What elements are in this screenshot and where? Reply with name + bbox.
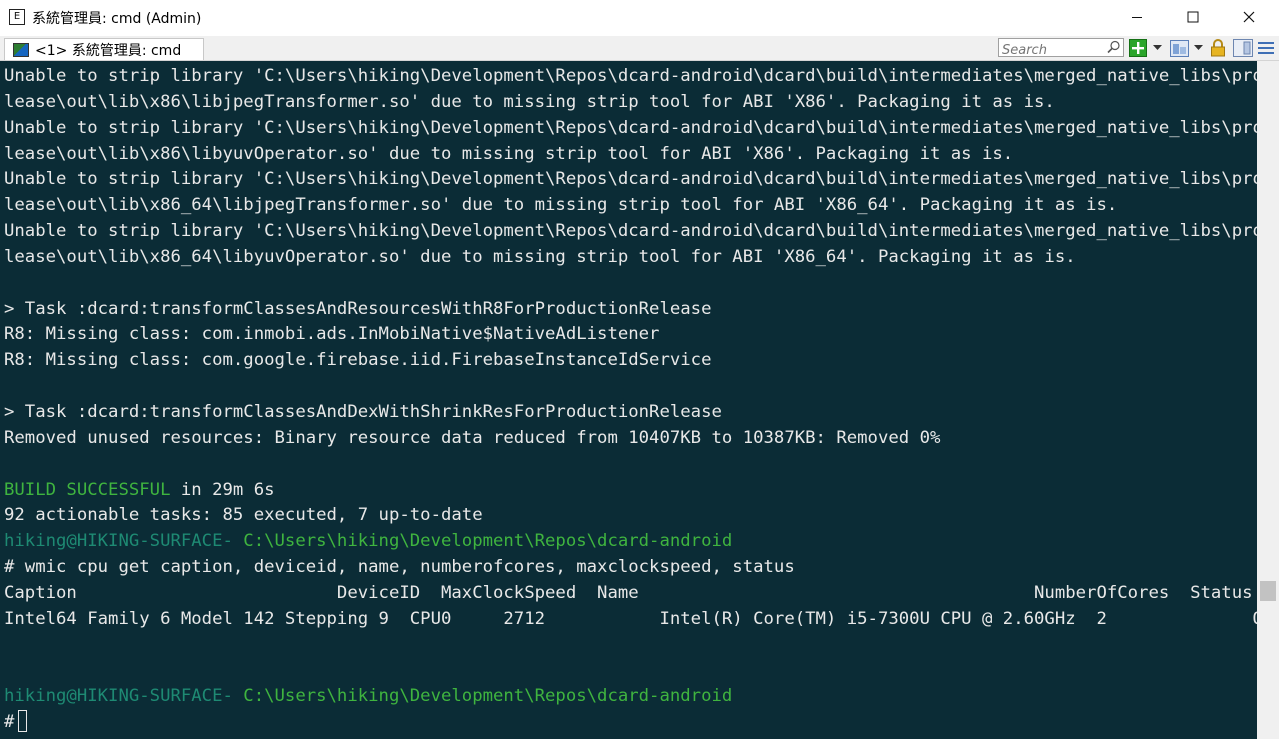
console-lines: Unable to strip library 'C:\Users\hiking… [4,63,1257,735]
console-text: Unable to strip library 'C:\Users\hiking… [4,169,1257,190]
view-button[interactable] [1168,39,1190,57]
console-text: # wmic cpu get caption, deviceid, name, … [4,557,795,578]
new-console-dropdown[interactable] [1151,39,1163,57]
chevron-down-icon [1152,45,1162,50]
minimize-icon [1132,17,1142,18]
prompt-user-host: hiking@HIKING-SURFACE- [4,686,244,707]
console-line: Unable to strip library 'C:\Users\hiking… [4,166,1257,192]
console-line: hiking@HIKING-SURFACE- C:\Users\hiking\D… [4,528,1257,554]
console-app-icon[interactable]: E [9,9,25,25]
tab-console-1[interactable]: <1> 系統管理員: cmd [4,38,204,60]
console-text: lease\out\lib\x86_64\libjpegTransformer.… [4,195,1118,216]
console-text: lease\out\lib\x86_64\libyuvOperator.so' … [4,246,1076,267]
console-text: > Task :dcard:transformClassesAndResourc… [4,298,712,319]
console-line: R8: Missing class: com.google.firebase.i… [4,347,1257,373]
console-highlight-text: BUILD SUCCESSFUL [4,479,171,500]
maximize-button[interactable] [1170,0,1216,34]
vertical-scrollbar[interactable] [1257,61,1279,739]
window-mode-button[interactable] [1232,39,1254,57]
console-line: Removed unused resources: Binary resourc… [4,425,1257,451]
console-line: lease\out\lib\x86_64\libjpegTransformer.… [4,192,1257,218]
close-icon [1243,11,1255,23]
window-view-icon [1169,39,1189,57]
title-bar: E 系統管理員: cmd (Admin) [0,0,1279,36]
console-line: # [4,709,1257,735]
console-text: in 29m 6s [170,479,275,500]
console-text: Unable to strip library 'C:\Users\hiking… [4,117,1257,138]
search-input[interactable] [999,42,1106,59]
chevron-down-icon [1193,45,1203,50]
console-text: Intel64 Family 6 Model 142 Stepping 9 CP… [4,608,1257,629]
console-line: lease\out\lib\x86_64\libyuvOperator.so' … [4,244,1257,270]
console-text: lease\out\lib\x86\libjpegTransformer.so'… [4,91,1055,112]
console-text: Unable to strip library 'C:\Users\hiking… [4,66,1257,86]
console-text: lease\out\lib\x86\libyuvOperator.so' due… [4,143,1014,164]
console-line: hiking@HIKING-SURFACE- C:\Users\hiking\D… [4,683,1257,709]
console-highlight-text: C:\Users\hiking\Development\Repos\dcard-… [243,531,733,552]
console-line: # wmic cpu get caption, deviceid, name, … [4,554,1257,580]
console-line: > Task :dcard:transformClassesAndDexWith… [4,399,1257,425]
view-dropdown[interactable] [1192,39,1204,57]
search-icon[interactable] [1107,40,1121,54]
hamburger-menu-icon [1258,42,1274,54]
console-line: > Task :dcard:transformClassesAndResourc… [4,296,1257,322]
console-text: R8: Missing class: com.inmobi.ads.InMobi… [4,324,660,345]
menu-button[interactable] [1257,39,1275,57]
console-line: Unable to strip library 'C:\Users\hiking… [4,63,1257,89]
maximize-icon [1187,11,1199,23]
tab-label: <1> 系統管理員: cmd [35,42,182,59]
close-button[interactable] [1226,0,1272,34]
console-line: lease\out\lib\x86\libyuvOperator.so' due… [4,141,1257,167]
cmd-tab-icon [13,42,29,57]
console-text: Caption DeviceID MaxClockSpeed Name Numb… [4,582,1253,603]
window-title: 系統管理員: cmd (Admin) [32,11,202,27]
minimize-button[interactable] [1114,0,1160,34]
new-console-button[interactable] [1128,39,1148,57]
window-mode-icon [1233,39,1253,57]
console-line: 92 actionable tasks: 85 executed, 7 up-t… [4,502,1257,528]
console-line: Intel64 Family 6 Model 142 Stepping 9 CP… [4,606,1257,632]
console-text: 92 actionable tasks: 85 executed, 7 up-t… [4,505,483,526]
console-text: > Task :dcard:transformClassesAndDexWith… [4,401,722,422]
scrollbar-thumb[interactable] [1260,581,1276,601]
console-line: Unable to strip library 'C:\Users\hiking… [4,218,1257,244]
console-text: # [4,712,15,733]
console-line: Unable to strip library 'C:\Users\hiking… [4,115,1257,141]
search-box[interactable] [998,38,1124,59]
console-text: Removed unused resources: Binary resourc… [4,427,941,448]
lock-button[interactable] [1209,39,1227,57]
console-line: R8: Missing class: com.inmobi.ads.InMobi… [4,321,1257,347]
text-cursor [18,710,28,733]
console-line: Caption DeviceID MaxClockSpeed Name Numb… [4,580,1257,606]
lock-icon [1211,39,1225,57]
console-line: lease\out\lib\x86\libjpegTransformer.so'… [4,89,1257,115]
console-output[interactable]: Unable to strip library 'C:\Users\hiking… [0,61,1257,739]
console-text: Unable to strip library 'C:\Users\hiking… [4,221,1257,242]
plus-icon [1129,39,1147,57]
console-line: BUILD SUCCESSFUL in 29m 6s [4,477,1257,503]
console-text: R8: Missing class: com.google.firebase.i… [4,350,712,371]
prompt-user-host: hiking@HIKING-SURFACE- [4,531,244,552]
console-highlight-text: C:\Users\hiking\Development\Repos\dcard-… [243,686,733,707]
